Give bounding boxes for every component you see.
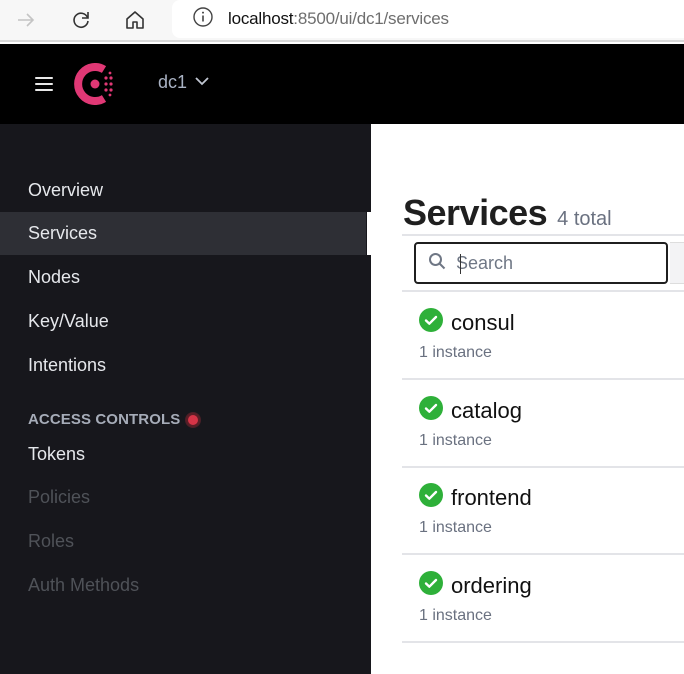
sidebar-item-tokens[interactable]: Tokens <box>0 433 371 476</box>
alert-dot-icon <box>186 412 201 427</box>
service-instances: 1 instance <box>419 432 492 449</box>
browser-toolbar: localhost:8500/ui/dc1/services <box>0 0 684 42</box>
page-title: Services 4 total <box>403 192 612 234</box>
sidebar-item-key-value[interactable]: Key/Value <box>0 300 371 343</box>
datacenter-select[interactable]: dc1 <box>158 72 209 93</box>
service-name[interactable]: ordering <box>451 573 532 599</box>
datacenter-label: dc1 <box>158 72 188 92</box>
divider <box>402 234 684 236</box>
sidebar-item-intentions[interactable]: Intentions <box>0 344 371 387</box>
main-content: Services 4 total consul 1 instance catal… <box>371 124 684 674</box>
sidebar-item-overview[interactable]: Overview <box>0 169 371 212</box>
sidebar: Overview Services Nodes Key/Value Intent… <box>0 124 371 674</box>
service-name[interactable]: frontend <box>451 485 532 511</box>
service-row[interactable]: frontend 1 instance <box>402 467 684 555</box>
search-field[interactable] <box>414 242 668 284</box>
check-circle-icon <box>419 396 443 425</box>
services-total: 4 total <box>557 208 612 230</box>
access-controls-heading: ACCESS CONTROLS <box>28 411 201 428</box>
sidebar-item-roles: Roles <box>28 531 75 551</box>
address-bar[interactable]: localhost:8500/ui/dc1/services <box>172 0 684 38</box>
hamburger-icon[interactable] <box>35 77 53 91</box>
service-name[interactable]: catalog <box>451 398 522 424</box>
home-icon[interactable] <box>121 6 149 34</box>
check-circle-icon <box>419 483 443 512</box>
sidebar-item-nodes[interactable]: Nodes <box>0 256 371 299</box>
info-icon[interactable] <box>192 6 214 33</box>
service-instances: 1 instance <box>419 519 492 536</box>
sidebar-item-services[interactable]: Services <box>0 212 371 255</box>
service-row[interactable]: ordering 1 instance <box>402 555 684 643</box>
url-text: localhost:8500/ui/dc1/services <box>228 9 449 28</box>
service-instances: 1 instance <box>419 344 492 361</box>
consul-logo[interactable] <box>74 63 118 105</box>
chevron-down-icon <box>195 70 209 91</box>
app-header: dc1 <box>0 44 684 124</box>
filter-bar <box>670 242 684 284</box>
sidebar-item-policies: Policies <box>28 487 91 507</box>
service-row[interactable]: catalog 1 instance <box>402 380 684 468</box>
check-circle-icon <box>419 571 443 600</box>
service-instances: 1 instance <box>419 607 492 624</box>
reload-icon[interactable] <box>67 6 95 34</box>
forward-arrow-icon[interactable] <box>12 6 40 34</box>
check-circle-icon <box>419 308 443 337</box>
search-input[interactable] <box>456 252 646 274</box>
search-icon <box>428 252 446 275</box>
service-name[interactable]: consul <box>451 310 515 336</box>
text-caret <box>460 254 461 274</box>
service-row[interactable]: consul 1 instance <box>402 292 684 380</box>
page-heading: Services <box>403 192 548 233</box>
sidebar-item-auth-methods: Auth Methods <box>28 575 140 595</box>
